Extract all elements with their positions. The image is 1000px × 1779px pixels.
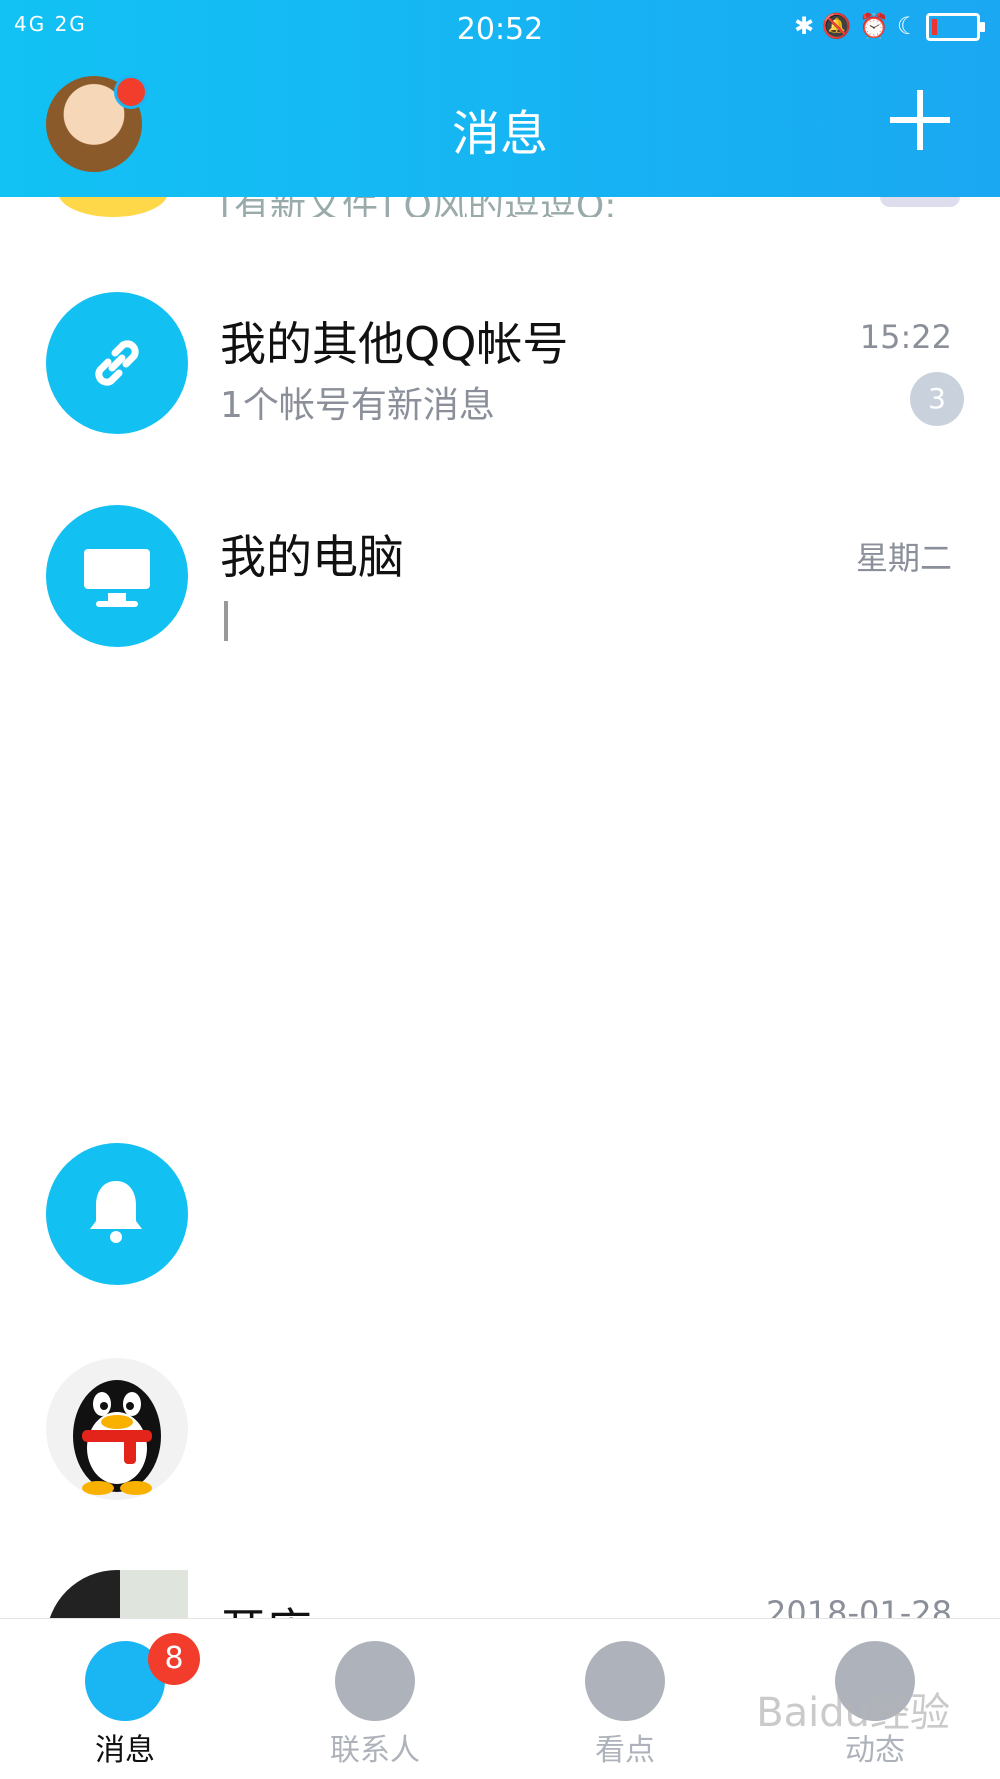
conversation-time: 2018-01-28: [766, 1594, 952, 1620]
unread-badge: 8: [148, 1633, 200, 1685]
bluetooth-icon: ✱: [794, 12, 815, 40]
tab-label: 联系人: [330, 1733, 420, 1768]
eye-icon: [585, 1641, 665, 1721]
watermark: Baidu经验: [756, 1690, 950, 1736]
conversation-name: 开店: [220, 1594, 312, 1620]
status-badge: [880, 197, 960, 207]
moon-icon: ☾: [896, 12, 919, 40]
conversation-avatar: [46, 292, 188, 434]
list-item-other-accounts[interactable]: 我的其他QQ帐号 1个帐号有新消息 15:22 3: [0, 264, 1000, 464]
tab-kandian[interactable]: 看点: [500, 1619, 750, 1779]
conversation-time: 15:22: [859, 318, 952, 356]
header-bar: 4G 2G 20:52 ✱ 🔕 ⏰ ☾ 消息: [0, 0, 1000, 197]
conversation-preview: 1个帐号有新消息: [220, 385, 495, 426]
unread-badge: 3: [910, 372, 964, 426]
person-icon: [335, 1641, 415, 1721]
group-avatar-second: [120, 1570, 188, 1620]
conversation-avatar: [46, 505, 188, 647]
status-icons: ✱ 🔕 ⏰ ☾: [794, 12, 985, 41]
list-item-group[interactable]: 开店 2018-01-28: [0, 1560, 1000, 1620]
list-item-notifications[interactable]: [0, 1118, 1000, 1318]
avatar: [58, 197, 168, 217]
conversation-name: 我的其他QQ帐号: [220, 317, 569, 371]
tab-label: 看点: [595, 1733, 655, 1768]
tab-contacts[interactable]: 联系人: [250, 1619, 500, 1779]
battery-icon: [926, 13, 985, 41]
tab-label: 消息: [95, 1733, 155, 1768]
conversation-name: 我的电脑: [220, 530, 404, 584]
list-item-preview: [有新文件] Q风的逗逗Q:: [220, 197, 616, 217]
alarm-icon: ⏰: [859, 12, 890, 40]
list-item-my-computer[interactable]: 我的电脑 星期二: [0, 477, 1000, 677]
conversation-avatar: [46, 1143, 188, 1285]
draft-cursor: [224, 601, 228, 641]
status-bar: 4G 2G 20:52 ✱ 🔕 ⏰ ☾: [0, 10, 1000, 50]
mute-icon: 🔕: [821, 12, 852, 40]
plus-icon[interactable]: [890, 90, 950, 150]
page-title: 消息: [451, 106, 548, 162]
conversation-time: 星期二: [855, 539, 952, 577]
link-icon: [95, 340, 139, 386]
list-item-qq-official[interactable]: [0, 1330, 1000, 1530]
tab-messages[interactable]: 8 消息: [0, 1619, 250, 1779]
bell-icon: [90, 1181, 142, 1243]
penguin-icon: [46, 1358, 188, 1500]
list-item-partial[interactable]: [有新文件] Q风的逗逗Q:: [0, 197, 1000, 217]
